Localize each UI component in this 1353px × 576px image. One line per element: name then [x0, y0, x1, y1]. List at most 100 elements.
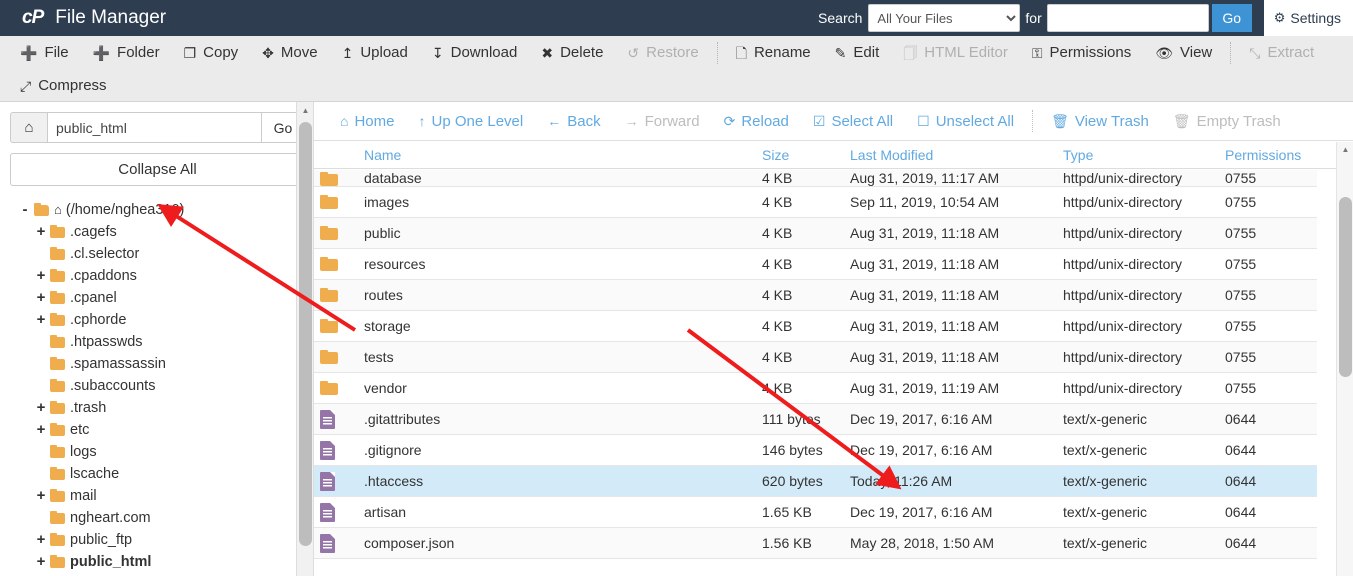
file-name-cell[interactable]: artisan	[358, 504, 756, 520]
file-permissions-cell[interactable]: 0755	[1219, 287, 1317, 303]
file-name-cell[interactable]: .gitignore	[358, 442, 756, 458]
file-name-cell[interactable]: images	[358, 194, 756, 210]
file-name-cell[interactable]: public	[358, 225, 756, 241]
file-toolbar-select-all-button[interactable]: ☑ Select All	[801, 106, 905, 136]
collapse-all-button[interactable]: Collapse All	[10, 153, 305, 186]
tree-node-public-ftp[interactable]: + public_ftp	[10, 529, 305, 551]
table-row[interactable]: images 4 KB Sep 11, 2019, 10:54 AM httpd/un…	[314, 187, 1317, 218]
file-scroll-up-icon[interactable]: ▲	[1337, 142, 1353, 157]
file-table-header-modified[interactable]: Last Modified	[844, 147, 1057, 163]
table-row[interactable]: composer.json 1.56 KB May 28, 2018, 1:50 A…	[314, 528, 1317, 559]
tree-toggle-home-nghea310-icon[interactable]: -	[18, 199, 32, 221]
toolbar-permissions-button[interactable]: ⚿ Permissions	[1020, 36, 1143, 69]
file-name-cell[interactable]: vendor	[358, 380, 756, 396]
file-permissions-cell[interactable]: 0755	[1219, 194, 1317, 210]
file-permissions-cell[interactable]: 0755	[1219, 349, 1317, 365]
tree-node-cagefs[interactable]: + .cagefs	[10, 221, 305, 243]
table-row[interactable]: artisan 1.65 KB Dec 19, 2017, 6:16 AM text/…	[314, 497, 1317, 528]
file-permissions-cell[interactable]: 0755	[1219, 318, 1317, 334]
tree-node-htpasswds[interactable]: .htpasswds	[10, 331, 305, 353]
tree-toggle-cphorde-icon[interactable]: +	[34, 309, 48, 331]
file-name-cell[interactable]: .gitattributes	[358, 411, 756, 427]
tree-node-etc[interactable]: + etc	[10, 419, 305, 441]
table-row[interactable]: .htaccess 620 bytes Today, 11:26 AM text/x-…	[314, 466, 1317, 497]
search-input[interactable]	[1046, 4, 1209, 32]
file-table-header-name[interactable]: Name	[358, 147, 756, 163]
scroll-up-icon[interactable]: ▲	[297, 102, 313, 119]
table-row[interactable]: resources 4 KB Aug 31, 2019, 11:18 AM httpd…	[314, 249, 1317, 280]
file-list-scrollbar-thumb[interactable]	[1339, 197, 1352, 377]
file-permissions-cell[interactable]: 0755	[1219, 380, 1317, 396]
file-permissions-cell[interactable]: 0755	[1219, 256, 1317, 272]
table-row[interactable]: routes 4 KB Aug 31, 2019, 11:18 AM httpd/un…	[314, 280, 1317, 311]
search-go-button[interactable]: Go	[1211, 4, 1252, 32]
tree-node-subaccounts[interactable]: .subaccounts	[10, 375, 305, 397]
file-permissions-cell[interactable]: 0644	[1219, 504, 1317, 520]
file-name-cell[interactable]: tests	[358, 349, 756, 365]
search-scope-select[interactable]: All Your Files	[868, 4, 1021, 32]
toolbar-upload-button[interactable]: ↥ Upload	[330, 36, 420, 69]
file-list-scrollbar[interactable]: ▲	[1336, 142, 1353, 576]
tree-node-ngheart-com[interactable]: ngheart.com	[10, 507, 305, 529]
file-permissions-cell[interactable]: 0644	[1219, 535, 1317, 551]
file-permissions-cell[interactable]: 0644	[1219, 442, 1317, 458]
toolbar-delete-button[interactable]: ✖ Delete	[529, 36, 615, 69]
file-table-header-type[interactable]: Type	[1057, 147, 1219, 163]
file-toolbar-view-trash-button[interactable]: 🗑 View Trash	[1039, 106, 1161, 136]
table-row[interactable]: public 4 KB Aug 31, 2019, 11:18 AM httpd/un…	[314, 218, 1317, 249]
tree-node-logs[interactable]: logs	[10, 441, 305, 463]
file-toolbar-reload-button[interactable]: ⟳ Reload	[712, 106, 801, 136]
toolbar-folder-button[interactable]: ➕ Folder	[81, 36, 172, 69]
file-permissions-cell[interactable]: 0755	[1219, 225, 1317, 241]
tree-toggle-trash-icon[interactable]: +	[34, 397, 48, 419]
toolbar-compress-button[interactable]: ⤢ Compress	[8, 69, 119, 102]
sidebar-scrollbar[interactable]: ▲	[296, 102, 313, 576]
file-name-cell[interactable]: routes	[358, 287, 756, 303]
tree-node-cpanel[interactable]: + .cpanel	[10, 287, 305, 309]
file-toolbar-up-one-level-button[interactable]: ↑ Up One Level	[406, 106, 535, 136]
settings-button[interactable]: ⚙ Settings	[1263, 0, 1353, 36]
file-table-header-permissions[interactable]: Permissions	[1219, 147, 1319, 163]
file-toolbar-back-button[interactable]: ← Back	[535, 106, 612, 136]
tree-node-cl-selector[interactable]: .cl.selector	[10, 243, 305, 265]
path-home-icon[interactable]: ⌂	[10, 112, 48, 143]
table-row[interactable]: storage 4 KB Aug 31, 2019, 11:18 AM httpd/u…	[314, 311, 1317, 342]
file-name-cell[interactable]: database	[358, 170, 756, 186]
toolbar-rename-button[interactable]: 🗋 Rename	[724, 36, 823, 69]
tree-node-home-nghea310[interactable]: - ⌂ (/home/nghea310)	[10, 199, 305, 221]
tree-node-lscache[interactable]: lscache	[10, 463, 305, 485]
file-permissions-cell[interactable]: 0644	[1219, 473, 1317, 489]
toolbar-file-button[interactable]: ➕ File	[8, 36, 81, 69]
table-row[interactable]: database 4 KB Aug 31, 2019, 11:17 AM httpd/…	[314, 170, 1317, 187]
table-row[interactable]: .gitattributes 111 bytes Dec 19, 2017, 6:1…	[314, 404, 1317, 435]
tree-toggle-public-html-icon[interactable]: +	[34, 551, 48, 573]
tree-toggle-cagefs-icon[interactable]: +	[34, 221, 48, 243]
tree-toggle-cpanel-icon[interactable]: +	[34, 287, 48, 309]
tree-toggle-etc-icon[interactable]: +	[34, 419, 48, 441]
file-name-cell[interactable]: composer.json	[358, 535, 756, 551]
toolbar-download-button[interactable]: ↧ Download	[420, 36, 529, 69]
file-permissions-cell[interactable]: 0755	[1219, 170, 1317, 186]
table-row[interactable]: .gitignore 146 bytes Dec 19, 2017, 6:16 AM…	[314, 435, 1317, 466]
toolbar-edit-button[interactable]: ✎ Edit	[823, 36, 892, 69]
table-row[interactable]: tests 4 KB Aug 31, 2019, 11:18 AM httpd/uni…	[314, 342, 1317, 373]
table-row[interactable]: vendor 4 KB Aug 31, 2019, 11:19 AM httpd/un…	[314, 373, 1317, 404]
file-toolbar-home-button[interactable]: ⌂ Home	[328, 106, 406, 136]
file-name-cell[interactable]: storage	[358, 318, 756, 334]
file-toolbar-unselect-all-button[interactable]: ☐ Unselect All	[905, 106, 1026, 136]
sidebar-scrollbar-thumb[interactable]	[299, 122, 312, 546]
tree-toggle-public-ftp-icon[interactable]: +	[34, 529, 48, 551]
toolbar-copy-button[interactable]: ❐ Copy	[172, 36, 251, 69]
tree-node-public-html[interactable]: + public_html	[10, 551, 305, 573]
tree-node-spamassassin[interactable]: .spamassassin	[10, 353, 305, 375]
file-name-cell[interactable]: resources	[358, 256, 756, 272]
tree-node-cpaddons[interactable]: + .cpaddons	[10, 265, 305, 287]
toolbar-move-button[interactable]: ✥ Move	[250, 36, 329, 69]
path-input[interactable]	[48, 112, 261, 143]
toolbar-view-button[interactable]: 👁 View	[1143, 36, 1224, 69]
file-name-cell[interactable]: .htaccess	[358, 473, 756, 489]
tree-node-mail[interactable]: + mail	[10, 485, 305, 507]
tree-node-cphorde[interactable]: + .cphorde	[10, 309, 305, 331]
file-permissions-cell[interactable]: 0644	[1219, 411, 1317, 427]
tree-node-trash[interactable]: + .trash	[10, 397, 305, 419]
